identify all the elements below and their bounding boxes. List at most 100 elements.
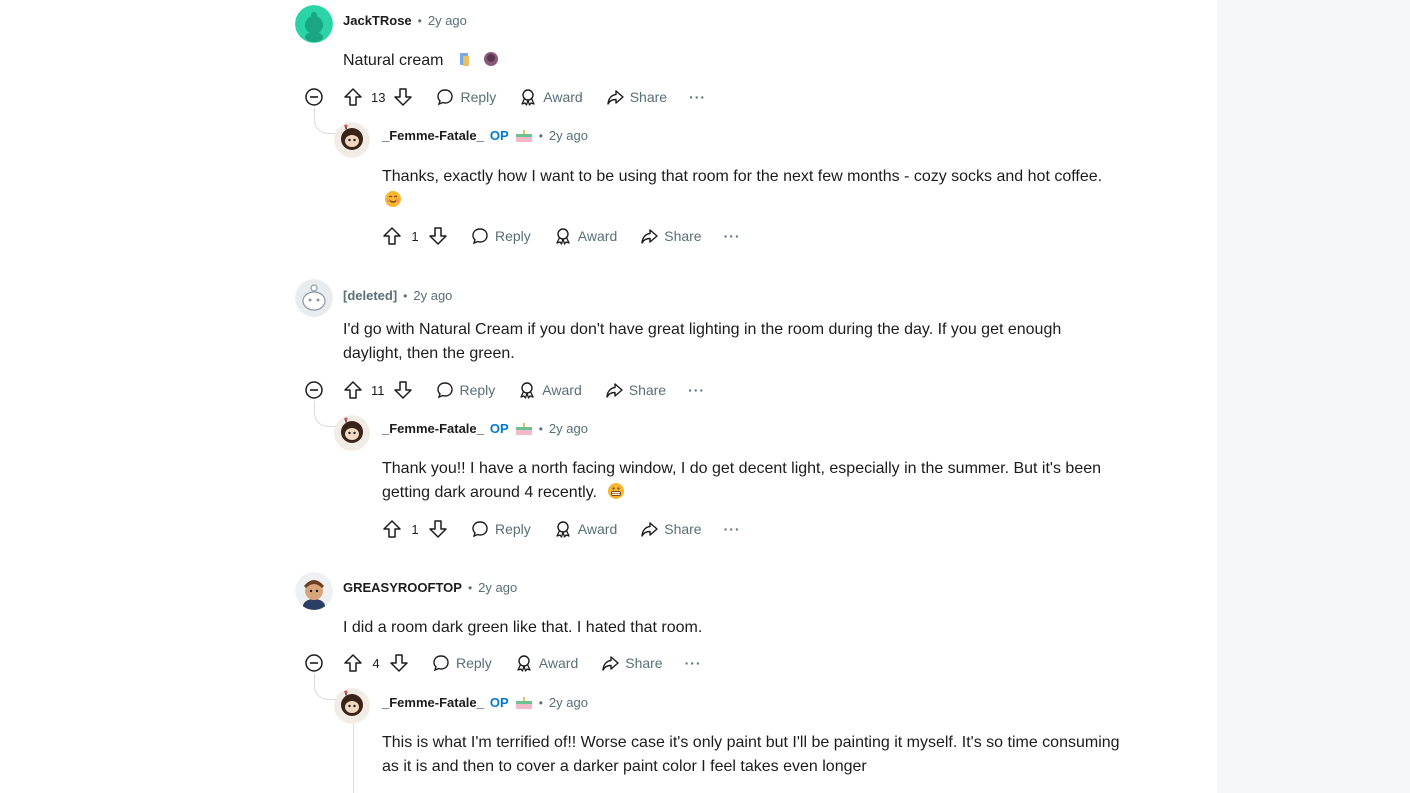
award-button[interactable]: Award xyxy=(553,226,617,246)
timestamp[interactable]: 2y ago xyxy=(413,287,452,305)
comment-meta: [deleted] • 2y ago xyxy=(343,287,452,305)
comment-actions: 1 Reply Award Share ··· xyxy=(382,224,763,248)
avatar[interactable] xyxy=(295,572,333,610)
timestamp[interactable]: 2y ago xyxy=(428,12,467,30)
share-arrow-icon xyxy=(602,656,619,671)
comment-text-line: Thank you!! I have a north facing window… xyxy=(382,460,1102,477)
cake-flair-icon xyxy=(515,423,532,435)
downvote-icon[interactable] xyxy=(393,87,413,107)
reply-button[interactable]: Reply xyxy=(435,380,496,400)
comment-body: Natural cream xyxy=(343,49,500,73)
award-button[interactable]: Award xyxy=(553,519,617,539)
downvote-icon[interactable] xyxy=(389,653,409,673)
comment-meta: _Femme-Fatale_ OP • 2y ago xyxy=(382,420,588,438)
upvote-icon[interactable] xyxy=(382,519,402,539)
timestamp[interactable]: 2y ago xyxy=(478,579,517,597)
more-options-button[interactable]: ··· xyxy=(689,89,706,105)
reply-button[interactable]: Reply xyxy=(431,653,492,673)
timestamp[interactable]: 2y ago xyxy=(549,420,588,438)
comment-body: Thanks, exactly how I want to be using t… xyxy=(382,165,1182,213)
reply-button[interactable]: Reply xyxy=(470,226,531,246)
share-button[interactable]: Share xyxy=(639,226,702,246)
reply-label: Reply xyxy=(459,382,496,398)
avatar[interactable] xyxy=(295,279,333,317)
comment-meta: JackTRose • 2y ago xyxy=(343,12,467,30)
share-label: Share xyxy=(664,228,702,244)
award-label: Award xyxy=(542,382,582,398)
right-gutter xyxy=(1217,0,1410,793)
smiling-face-emoji-icon xyxy=(385,191,401,207)
timestamp[interactable]: 2y ago xyxy=(549,127,588,145)
coffee-emoji-icon xyxy=(484,52,499,66)
share-label: Share xyxy=(628,382,667,398)
avatar[interactable] xyxy=(334,415,370,451)
cake-flair-icon xyxy=(515,130,532,142)
comment-meta: GREASYROOFTOP • 2y ago xyxy=(343,579,517,597)
share-arrow-icon xyxy=(641,522,658,537)
collapse-minus-icon[interactable] xyxy=(305,654,323,672)
more-options-button[interactable]: ··· xyxy=(724,521,741,537)
author-name[interactable]: GREASYROOFTOP xyxy=(343,579,462,597)
author-name[interactable]: _Femme-Fatale_ xyxy=(382,420,484,438)
collapse-minus-icon[interactable] xyxy=(305,381,323,399)
share-label: Share xyxy=(625,655,663,671)
vote-group: 11 xyxy=(343,380,413,400)
comment-meta: _Femme-Fatale_ OP • 2y ago xyxy=(382,694,588,712)
reply-bubble-icon xyxy=(437,89,454,106)
upvote-icon[interactable] xyxy=(343,87,363,107)
reply-bubble-icon xyxy=(433,655,449,672)
comment-text: I did a room dark green like that. I hat… xyxy=(343,619,703,636)
award-button[interactable]: Award xyxy=(518,87,583,107)
award-button[interactable]: Award xyxy=(517,380,582,400)
share-button[interactable]: Share xyxy=(605,87,667,107)
author-name[interactable]: _Femme-Fatale_ xyxy=(382,694,484,712)
award-button[interactable]: Award xyxy=(514,653,578,673)
separator-dot: • xyxy=(417,14,422,28)
more-options-button[interactable]: ··· xyxy=(688,382,705,398)
share-arrow-icon xyxy=(607,90,624,105)
share-button[interactable]: Share xyxy=(600,653,663,673)
avatar[interactable] xyxy=(295,5,333,43)
award-label: Award xyxy=(577,521,618,537)
upvote-icon[interactable] xyxy=(343,380,363,400)
reply-button[interactable]: Reply xyxy=(470,519,531,539)
op-badge: OP xyxy=(489,128,509,143)
author-name[interactable]: _Femme-Fatale_ xyxy=(382,127,484,145)
comment-body: I'd go with Natural Cream if you don't h… xyxy=(343,318,1163,366)
more-options-button[interactable]: ··· xyxy=(685,655,702,671)
comment-actions: 4 Reply Award Share ··· xyxy=(343,651,724,675)
vote-group: 1 xyxy=(382,519,448,539)
share-label: Share xyxy=(629,89,668,105)
share-button[interactable]: Share xyxy=(604,380,666,400)
comment-text-line: I'd go with Natural Cream if you don't h… xyxy=(343,321,1062,338)
timestamp[interactable]: 2y ago xyxy=(549,694,588,712)
comment-text-line-wrap: getting dark around 4 recently. xyxy=(382,481,1182,505)
author-name[interactable]: JackTRose xyxy=(343,12,412,30)
reply-label: Reply xyxy=(460,89,497,105)
reply-label: Reply xyxy=(495,521,531,537)
collapse-minus-icon[interactable] xyxy=(305,88,323,106)
paint-swatch-emoji-icon xyxy=(459,53,469,66)
more-options-button[interactable]: ··· xyxy=(724,228,741,244)
comment-text-line: This is what I'm terrified of!! Worse ca… xyxy=(382,734,1120,751)
upvote-icon[interactable] xyxy=(343,653,363,673)
vote-group: 13 xyxy=(343,87,413,107)
avatar[interactable] xyxy=(334,122,370,158)
share-button[interactable]: Share xyxy=(639,519,702,539)
upvote-icon[interactable] xyxy=(382,226,402,246)
reply-button[interactable]: Reply xyxy=(435,87,496,107)
cake-flair-icon xyxy=(515,697,532,709)
vote-count: 1 xyxy=(411,228,419,244)
award-icon xyxy=(556,228,570,245)
comment-text: Thanks, exactly how I want to be using t… xyxy=(382,168,1103,185)
downvote-icon[interactable] xyxy=(393,380,413,400)
downvote-icon[interactable] xyxy=(428,226,448,246)
share-label: Share xyxy=(664,521,702,537)
comment-body: This is what I'm terrified of!! Worse ca… xyxy=(382,731,1202,779)
vote-count: 13 xyxy=(371,89,386,105)
comment-body: I did a room dark green like that. I hat… xyxy=(343,616,702,640)
downvote-icon[interactable] xyxy=(428,519,448,539)
grimacing-face-emoji-icon xyxy=(608,483,625,499)
avatar[interactable] xyxy=(334,688,370,724)
reply-label: Reply xyxy=(456,655,492,671)
